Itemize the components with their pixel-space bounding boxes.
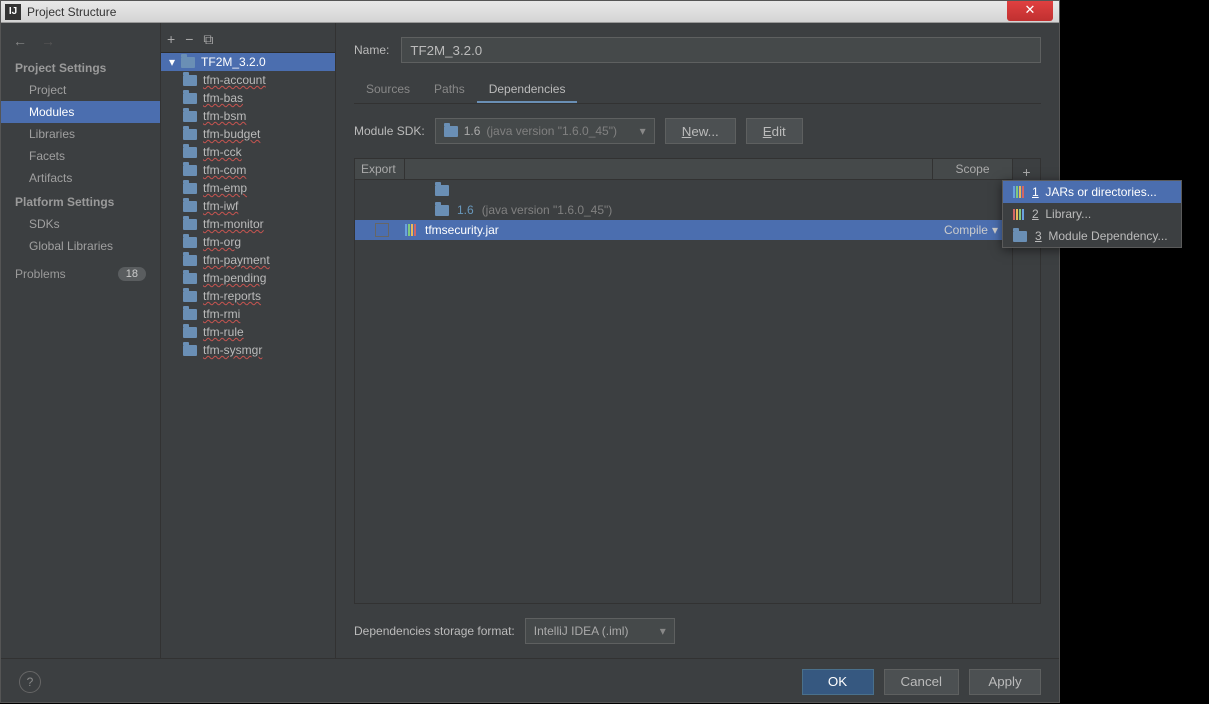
left-nav: ← → Project Settings ProjectModulesLibra…	[1, 23, 161, 658]
tree-item-tfm-org[interactable]: tfm-org	[161, 233, 335, 251]
window-title: Project Structure	[27, 5, 116, 19]
folder-icon	[183, 147, 197, 158]
storage-format-combo[interactable]: IntelliJ IDEA (.iml) ▾	[525, 618, 675, 644]
tree-item-tfm-monitor[interactable]: tfm-monitor	[161, 215, 335, 233]
nav-item-modules[interactable]: Modules	[1, 101, 160, 123]
ok-button[interactable]: OK	[802, 669, 874, 695]
folder-icon	[183, 129, 197, 140]
project-structure-window: IJ Project Structure ✕ ← → Project Setti…	[0, 0, 1060, 703]
folder-icon	[183, 255, 197, 266]
nav-item-libraries[interactable]: Libraries	[1, 123, 160, 145]
jar-icon	[405, 224, 416, 236]
folder-icon	[183, 273, 197, 284]
folder-icon	[183, 237, 197, 248]
col-scope-header: Scope	[932, 159, 1012, 179]
nav-item-global-libraries[interactable]: Global Libraries	[1, 235, 160, 257]
folder-icon	[183, 291, 197, 302]
jar-icon	[1013, 186, 1024, 198]
tree-root[interactable]: ▾TF2M_3.2.0	[161, 53, 335, 71]
folder-icon	[183, 165, 197, 176]
titlebar: IJ Project Structure ✕	[1, 1, 1059, 23]
folder-icon	[183, 219, 197, 230]
nav-problems[interactable]: Problems 18	[1, 257, 160, 285]
col-export-header: Export	[355, 159, 405, 179]
help-icon[interactable]: ?	[19, 671, 41, 693]
tree-item-tfm-account[interactable]: tfm-account	[161, 71, 335, 89]
popup-item-library[interactable]: 2 Library...	[1003, 203, 1181, 225]
popup-item-jars-or-directories[interactable]: 1 JARs or directories...	[1003, 181, 1181, 203]
tree-item-tfm-bas[interactable]: tfm-bas	[161, 89, 335, 107]
tree-item-tfm-pending[interactable]: tfm-pending	[161, 269, 335, 287]
nav-item-artifacts[interactable]: Artifacts	[1, 167, 160, 189]
module-sdk-label: Module SDK:	[354, 124, 425, 138]
module-sdk-combo[interactable]: 1.6 (java version "1.6.0_45") ▾	[435, 118, 655, 144]
library-icon	[1013, 209, 1024, 220]
folder-icon	[181, 57, 195, 68]
dependency-row[interactable]: 1.6 (java version "1.6.0_45")	[355, 200, 1012, 220]
folder-icon	[444, 126, 458, 137]
tree-item-tfm-com[interactable]: tfm-com	[161, 161, 335, 179]
module-name-input[interactable]	[401, 37, 1041, 63]
sdk-detail: (java version "1.6.0_45")	[486, 124, 617, 138]
folder-icon	[435, 185, 449, 196]
folder-icon	[183, 111, 197, 122]
storage-format-label: Dependencies storage format:	[354, 624, 515, 638]
tree-item-tfm-cck[interactable]: tfm-cck	[161, 143, 335, 161]
app-logo-icon: IJ	[5, 4, 21, 20]
nav-item-project[interactable]: Project	[1, 79, 160, 101]
dependency-row[interactable]: tfmsecurity.jarCompile ▾	[355, 220, 1012, 240]
dialog-footer: ? OK Cancel Apply	[1, 658, 1059, 704]
tree-item-tfm-sysmgr[interactable]: tfm-sysmgr	[161, 341, 335, 359]
folder-icon	[183, 93, 197, 104]
nav-back-icon[interactable]: ←	[13, 33, 27, 49]
folder-icon	[183, 309, 197, 320]
tree-item-tfm-rmi[interactable]: tfm-rmi	[161, 305, 335, 323]
close-button[interactable]: ✕	[1007, 1, 1053, 21]
tree-copy-icon[interactable]: ⧉	[203, 31, 213, 48]
tree-item-tfm-bsm[interactable]: tfm-bsm	[161, 107, 335, 125]
tab-sources[interactable]: Sources	[354, 77, 422, 103]
apply-button[interactable]: Apply	[969, 669, 1041, 695]
module-tree-panel: + − ⧉ ▾TF2M_3.2.0tfm-accounttfm-bastfm-b…	[161, 23, 336, 658]
edit-sdk-button[interactable]: Edit	[746, 118, 803, 144]
tree-item-tfm-payment[interactable]: tfm-payment	[161, 251, 335, 269]
folder-icon	[183, 327, 197, 338]
tree-item-tfm-iwf[interactable]: tfm-iwf	[161, 197, 335, 215]
tree-item-tfm-rule[interactable]: tfm-rule	[161, 323, 335, 341]
folder-icon	[183, 345, 197, 356]
nav-item-sdks[interactable]: SDKs	[1, 213, 160, 235]
nav-item-facets[interactable]: Facets	[1, 145, 160, 167]
sdk-value: 1.6	[464, 124, 481, 138]
main-panel: Name: SourcesPathsDependencies Module SD…	[336, 23, 1059, 658]
tree-add-icon[interactable]: +	[167, 31, 175, 48]
chevron-down-icon: ▾	[992, 223, 998, 237]
folder-icon	[183, 75, 197, 86]
nav-problems-label: Problems	[15, 267, 66, 281]
add-dependency-popup: 1 JARs or directories...2 Library...3 Mo…	[1002, 180, 1182, 248]
name-label: Name:	[354, 43, 389, 57]
nav-forward-icon[interactable]: →	[41, 33, 55, 49]
nav-heading-platform: Platform Settings	[1, 189, 160, 213]
dependency-row[interactable]	[355, 180, 1012, 200]
export-checkbox[interactable]	[375, 223, 389, 237]
tree-item-tfm-budget[interactable]: tfm-budget	[161, 125, 335, 143]
new-sdk-button[interactable]: New...	[665, 118, 736, 144]
problems-badge: 18	[118, 267, 146, 281]
tab-dependencies[interactable]: Dependencies	[477, 77, 578, 103]
popup-item-module-dependency[interactable]: 3 Module Dependency...	[1003, 225, 1181, 247]
cancel-button[interactable]: Cancel	[884, 669, 960, 695]
tree-item-tfm-reports[interactable]: tfm-reports	[161, 287, 335, 305]
nav-heading-project: Project Settings	[1, 55, 160, 79]
dependencies-table: Export Scope 1.6 (java version "1.6.0_45…	[354, 158, 1041, 604]
folder-icon	[435, 205, 449, 216]
folder-icon	[183, 183, 197, 194]
tab-paths[interactable]: Paths	[422, 77, 477, 103]
chevron-down-icon: ▾	[660, 624, 666, 638]
folder-icon	[183, 201, 197, 212]
tree-item-tfm-emp[interactable]: tfm-emp	[161, 179, 335, 197]
folder-icon	[1013, 231, 1027, 242]
chevron-down-icon: ▾	[640, 124, 646, 138]
storage-format-value: IntelliJ IDEA (.iml)	[534, 624, 629, 638]
tree-remove-icon[interactable]: −	[185, 31, 193, 48]
